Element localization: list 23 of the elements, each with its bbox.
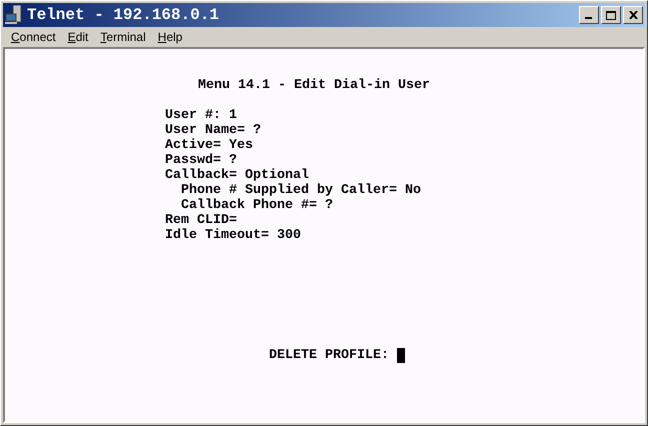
maximize-icon [606,10,616,20]
computer-icon [5,5,23,25]
menu-item[interactable]: Edit [62,30,94,44]
prompt-label: DELETE PROFILE: [269,348,389,363]
maximize-button[interactable] [601,6,621,24]
menu-item[interactable]: Terminal [94,30,152,44]
text-cursor [396,348,405,363]
terminal-line: Active= Yes [165,138,253,153]
terminal-line: User #: 1 [165,108,237,123]
close-icon [628,11,638,19]
window-title: Telnet - 192.168.0.1 [27,6,220,24]
close-button[interactable] [623,6,643,24]
terminal-line: Callback Phone #= ? [181,198,333,213]
menu-item[interactable]: Connect [5,30,62,44]
menu-heading: Menu 14.1 - Edit Dial-in User [198,78,430,93]
terminal-line: Callback= Optional [165,168,309,183]
terminal-line: Phone # Supplied by Caller= No [181,183,421,198]
terminal-line: Passwd= ? [165,153,237,168]
terminal-line: Idle Timeout= 300 [165,228,301,243]
minimize-button[interactable] [579,6,599,24]
terminal-line: User Name= ? [165,123,261,138]
terminal-line: Rem CLID= [165,213,237,228]
menu-item[interactable]: Help [152,30,188,44]
